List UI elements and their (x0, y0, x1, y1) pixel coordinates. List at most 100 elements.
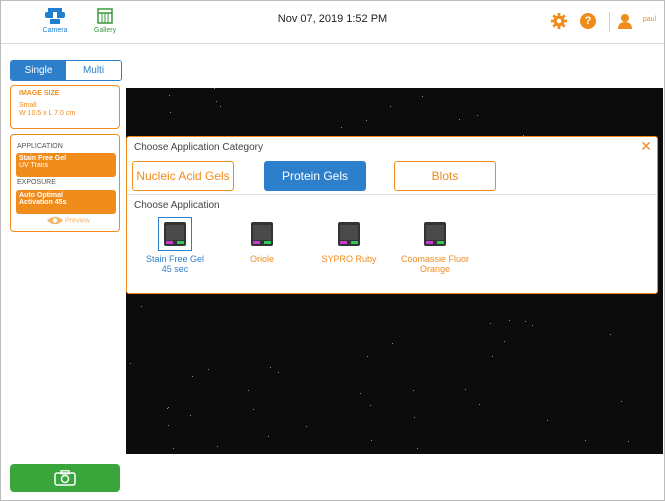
application-sypro-ruby[interactable]: SYPRO Ruby (309, 217, 389, 264)
gel-tray-icon (332, 217, 366, 251)
camera-capture-icon (54, 470, 76, 486)
image-size-heading: IMAGE SIZE (19, 90, 60, 97)
noise-speck (504, 341, 505, 342)
noise-speck (547, 420, 548, 421)
noise-speck (248, 390, 249, 391)
noise-speck (169, 95, 170, 96)
noise-speck (479, 404, 480, 405)
application-detail: Orange (419, 264, 451, 274)
application-name: SYPRO Ruby (321, 254, 377, 264)
preview-button[interactable]: Preview (47, 216, 90, 225)
noise-speck (168, 407, 169, 408)
choose-application-dialog: Choose Application Category ✕ Nucleic Ac… (126, 136, 658, 294)
gel-tray-icon (245, 217, 279, 251)
noise-speck (208, 369, 209, 370)
noise-speck (170, 112, 171, 113)
top-right-toolbar: ? paul (516, 12, 656, 32)
exposure-heading: EXPOSURE (17, 179, 56, 186)
user-name[interactable]: paul (643, 16, 656, 23)
application-oriole[interactable]: Oriole (222, 217, 302, 264)
mode-toggle: Single Multi (10, 60, 122, 81)
image-size-panel[interactable]: IMAGE SIZE Small W 10.5 x L 7.0 cm (10, 85, 120, 129)
noise-speck (270, 367, 271, 368)
dialog-subtitle: Choose Application (134, 200, 220, 211)
noise-speck (220, 106, 221, 107)
application-name: Oriole (249, 254, 274, 264)
image-size-value: Small (19, 102, 37, 109)
noise-speck (192, 376, 193, 377)
category-nucleic-acid-gels[interactable]: Nucleic Acid Gels (132, 161, 234, 191)
noise-speck (610, 334, 611, 335)
noise-speck (306, 426, 307, 427)
noise-speck (477, 115, 478, 116)
preview-label: Preview (65, 217, 90, 225)
application-detail: 45 sec (161, 264, 189, 274)
exposure-button[interactable]: Auto Optimal Activation 45s (16, 190, 116, 214)
gel-tray-icon (418, 217, 452, 251)
noise-speck (268, 436, 269, 437)
noise-speck (490, 323, 491, 324)
noise-speck (367, 356, 368, 357)
noise-speck (413, 390, 414, 391)
application-exposure-panel: APPLICATION Stain Free Gel UV Trans EXPO… (10, 134, 120, 232)
nav-gallery-label: Gallery (93, 27, 117, 34)
category-blots[interactable]: Blots (394, 161, 496, 191)
application-stain-free-gel[interactable]: Stain Free Gel 45 sec (135, 217, 215, 274)
noise-speck (465, 389, 466, 390)
noise-speck (509, 320, 510, 321)
mode-single-button[interactable]: Single (11, 61, 66, 80)
noise-speck (366, 120, 367, 121)
application-value: Stain Free Gel (19, 155, 67, 162)
noise-speck (168, 425, 169, 426)
noise-speck (628, 441, 629, 442)
help-button[interactable]: ? (580, 13, 596, 29)
noise-speck (392, 343, 393, 344)
noise-speck (130, 363, 131, 364)
application-subvalue: UV Trans (19, 162, 49, 169)
noise-speck (459, 119, 460, 120)
toolbar-divider (609, 12, 610, 32)
capture-button[interactable] (10, 464, 120, 492)
mode-multi-button[interactable]: Multi (66, 61, 121, 80)
noise-speck (341, 127, 342, 128)
nav-camera-label: Camera (42, 27, 68, 34)
noise-speck (217, 446, 218, 447)
image-size-dimensions: W 10.5 x L 7.0 cm (19, 110, 76, 117)
noise-speck (173, 448, 174, 449)
gel-tray-icon (158, 217, 192, 251)
noise-speck (360, 393, 361, 394)
application-heading: APPLICATION (17, 143, 63, 150)
top-bar: Camera Gallery Nov 07, 2019 1:52 PM ? pa… (1, 1, 664, 44)
noise-speck (417, 448, 418, 449)
noise-speck (216, 101, 217, 102)
noise-speck (167, 408, 168, 409)
noise-speck (621, 401, 622, 402)
user-icon[interactable] (618, 13, 632, 29)
noise-speck (253, 409, 254, 410)
category-protein-gels[interactable]: Protein Gels (264, 161, 366, 191)
noise-speck (278, 372, 279, 373)
exposure-value: Auto Optimal (19, 192, 63, 199)
dialog-title: Choose Application Category (134, 142, 263, 153)
gear-icon[interactable] (550, 12, 568, 30)
close-icon[interactable]: ✕ (640, 138, 652, 155)
noise-speck (492, 356, 493, 357)
noise-speck (141, 306, 142, 307)
noise-speck (585, 440, 586, 441)
noise-speck (371, 440, 372, 441)
exposure-subvalue: Activation 45s (19, 199, 67, 206)
application-coomassie-fluor-orange[interactable]: Coomassie Fluor Orange (395, 217, 475, 274)
noise-speck (532, 325, 533, 326)
noise-speck (390, 106, 391, 107)
dialog-divider (127, 194, 657, 195)
noise-speck (190, 415, 191, 416)
eye-icon (47, 216, 63, 225)
application-name: Stain Free Gel (145, 254, 205, 264)
noise-speck (370, 405, 371, 406)
noise-speck (214, 88, 215, 89)
application-button[interactable]: Stain Free Gel UV Trans (16, 153, 116, 177)
noise-speck (422, 96, 423, 97)
application-name: Coomassie Fluor (400, 254, 470, 264)
noise-speck (525, 321, 526, 322)
noise-speck (414, 417, 415, 418)
